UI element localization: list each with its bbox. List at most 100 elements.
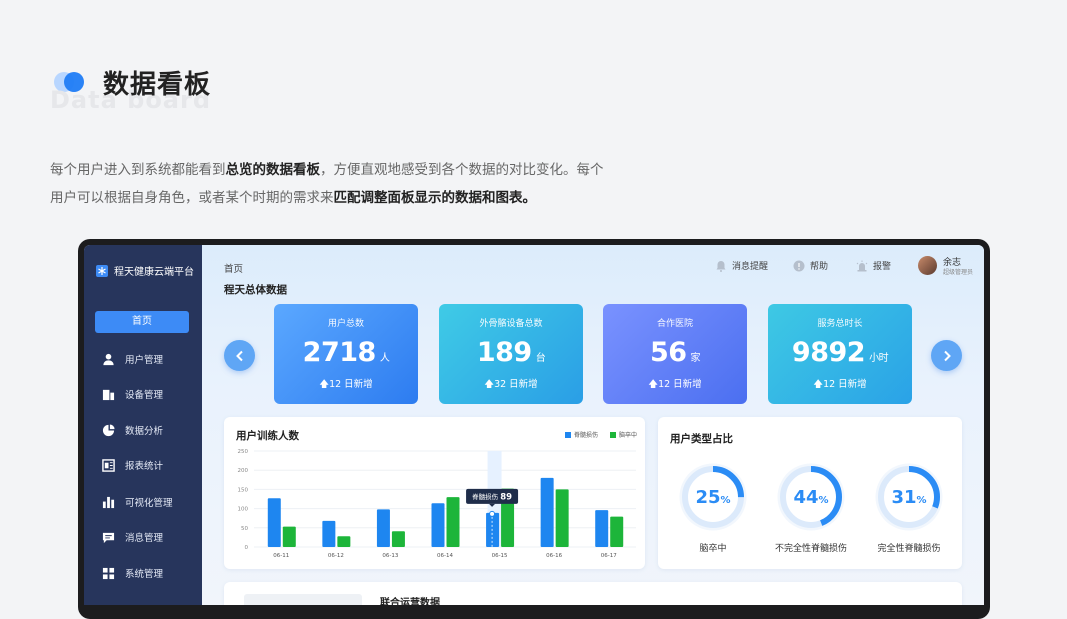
stat-label: 服务总时长 — [817, 319, 863, 329]
carousel-next-button[interactable] — [931, 340, 962, 371]
bar-spinal — [267, 498, 281, 547]
stat-label: 外骨骼设备总数 — [479, 319, 543, 329]
sidebar: 程天健康云端平台 首页 用户管理 设备管理 数据分析 报表统计 可视化管理 消息… — [84, 245, 202, 605]
intro-paragraph: 每个用户进入到系统都能看到总览的数据看板，方便直观地感受到各个数据的对比变化。每… — [50, 162, 604, 206]
main-content: 首页 程天总体数据 消息提醒 帮助 报警 余志 超级管理员 用户总数 2718 人… — [202, 245, 984, 605]
stat-value: 189 台 — [476, 337, 546, 368]
ring-value: 31% — [891, 487, 927, 508]
stat-card-users[interactable]: 用户总数 2718 人 🡅12 日新增 — [274, 304, 418, 404]
sidebar-item-label: 系统管理 — [125, 569, 164, 580]
stat-increase: 🡅32 日新增 — [484, 379, 538, 390]
operations-card: 联合运营数据 — [224, 582, 962, 605]
ring-label: 不完全性脊髓损伤 — [774, 544, 847, 554]
alarm-icon — [856, 260, 868, 271]
brand-name: 程天健康云端平台 — [114, 267, 194, 278]
sidebar-item-label: 数据分析 — [125, 426, 164, 437]
bar-spinal — [595, 510, 609, 547]
bar-spinal — [431, 503, 445, 547]
notice-button[interactable]: 消息提醒 — [715, 259, 768, 272]
sidebar-item-label: 可视化管理 — [125, 498, 173, 509]
x-tick-label: 06-15 — [492, 553, 508, 559]
pie-icon — [102, 423, 115, 436]
arrow-up-icon: 🡅 — [319, 379, 330, 390]
bar-stroke — [282, 526, 296, 547]
chevron-left-icon — [235, 350, 243, 361]
y-tick-label: 150 — [238, 487, 249, 493]
ring-label: 完全性脊髓损伤 — [877, 544, 941, 554]
stat-value: 9892 小时 — [791, 337, 889, 368]
sidebar-item-system[interactable]: 系统管理 — [102, 566, 163, 580]
ring-value: 25% — [695, 487, 731, 508]
report-icon — [102, 458, 115, 472]
sidebar-item-users[interactable]: 用户管理 — [102, 352, 163, 366]
bar-spinal — [376, 509, 390, 547]
bar-icon — [102, 496, 115, 508]
bell-icon — [716, 260, 726, 272]
sidebar-item-analysis[interactable]: 数据分析 — [102, 423, 163, 437]
bar-stroke — [337, 536, 351, 547]
help-icon — [793, 260, 805, 271]
sidebar-item-label: 消息管理 — [125, 533, 164, 544]
stat-card-hospitals[interactable]: 合作医院 56 家 🡅12 日新增 — [603, 304, 747, 404]
highlight-dot — [489, 510, 496, 517]
x-tick-label: 06-14 — [437, 553, 453, 559]
y-tick-label: 250 — [238, 449, 249, 455]
alarm-button[interactable]: 报警 — [856, 259, 891, 272]
stat-value: 2718 人 — [302, 337, 390, 368]
sidebar-item-messages[interactable]: 消息管理 — [102, 530, 163, 544]
y-tick-label: 100 — [238, 507, 249, 513]
page-title: 数据看板 — [103, 70, 212, 100]
stat-value: 56 家 — [649, 337, 701, 368]
device-icon — [102, 389, 115, 400]
sidebar-item-label: 设备管理 — [125, 390, 164, 401]
stat-increase: 🡅12 日新增 — [648, 379, 702, 390]
app-screen: 程天健康云端平台 首页 用户管理 设备管理 数据分析 报表统计 可视化管理 消息… — [84, 245, 984, 605]
sidebar-item-label: 报表统计 — [125, 461, 164, 472]
tooltip-value: 89 — [500, 492, 512, 502]
stat-increase: 🡅12 日新增 — [319, 379, 373, 390]
grid-icon — [102, 567, 115, 579]
sidebar-item-visualization[interactable]: 可视化管理 — [102, 495, 173, 509]
snowflake-logo-icon — [96, 264, 108, 277]
bar-stroke — [610, 516, 624, 547]
y-tick-label: 0 — [245, 545, 249, 551]
sidebar-item-devices[interactable]: 设备管理 — [102, 387, 163, 401]
x-tick-label: 06-17 — [601, 553, 617, 559]
bar-stroke — [446, 497, 460, 547]
training-chart-card: 用户训练人数 脊髓损伤 脑卒中 0 50 100 150 200 250 06-11 06-1… — [224, 417, 645, 569]
breadcrumb[interactable]: 首页 — [224, 261, 243, 275]
message-icon — [102, 532, 115, 543]
bar-spinal — [486, 512, 500, 547]
user-icon — [103, 353, 114, 365]
help-button[interactable]: 帮助 — [793, 259, 828, 272]
ring-value: 44% — [793, 487, 829, 508]
stat-label: 用户总数 — [327, 319, 364, 329]
bar-stroke — [555, 489, 569, 547]
sidebar-item-label: 用户管理 — [125, 355, 164, 366]
section-title: 程天总体数据 — [224, 284, 287, 296]
stat-increase: 🡅12 日新增 — [813, 379, 867, 390]
x-tick-label: 06-11 — [273, 553, 289, 559]
chevron-right-icon — [943, 350, 951, 361]
bar-spinal — [540, 477, 554, 547]
sidebar-item-home[interactable]: 首页 — [95, 311, 189, 333]
stat-card-service-hours[interactable]: 服务总时长 9892 小时 🡅12 日新增 — [768, 304, 912, 404]
training-bar-chart: 0 50 100 150 200 250 06-11 06-12 06-13 06-14 06-15… — [238, 449, 636, 559]
user-type-card: 用户类型占比 25% 44% 31% 脑卒中 不完全性脊髓损伤 完全性脊髓损伤 — [658, 417, 962, 569]
avatar[interactable] — [918, 256, 937, 275]
bar-spinal — [322, 520, 336, 547]
arrow-up-icon: 🡅 — [648, 379, 659, 390]
arrow-up-icon: 🡅 — [813, 379, 824, 390]
x-tick-label: 06-12 — [328, 553, 344, 559]
user-role: 超级管理员 — [943, 269, 974, 276]
stat-card-devices[interactable]: 外骨骼设备总数 189 台 🡅32 日新增 — [439, 304, 583, 404]
ring-label: 脑卒中 — [699, 544, 727, 554]
y-tick-label: 200 — [238, 468, 249, 474]
sidebar-item-reports[interactable]: 报表统计 — [102, 458, 163, 472]
carousel-prev-button[interactable] — [224, 340, 255, 371]
tooltip-label: 脊髓损伤 — [472, 492, 499, 501]
bar-stroke — [391, 531, 405, 547]
y-tick-label: 50 — [241, 526, 248, 532]
x-tick-label: 06-16 — [546, 553, 562, 559]
arrow-up-icon: 🡅 — [484, 379, 495, 390]
